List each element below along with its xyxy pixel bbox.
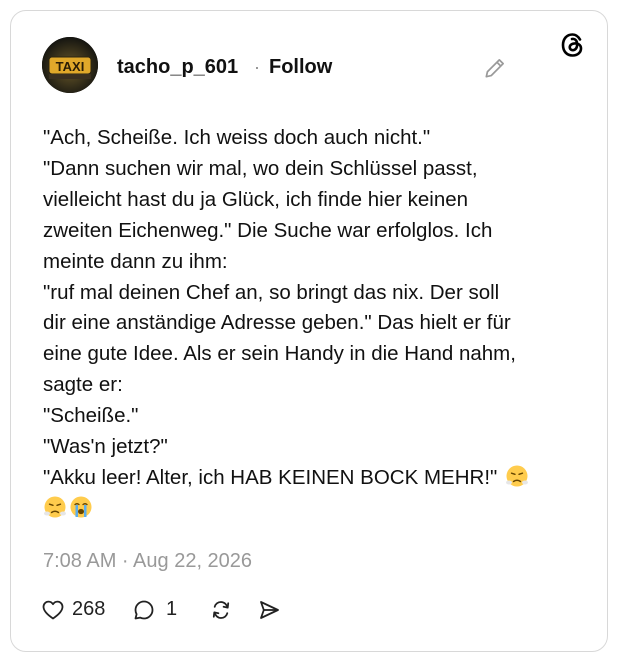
post-text-line: "Ach, Scheiße. Ich weiss doch auch nicht… (43, 126, 431, 149)
post-text-line: dir eine anständige Adresse geben." Das … (43, 311, 511, 335)
like-count: 268 (72, 598, 106, 620)
repost-button[interactable] (209, 595, 237, 625)
emoji-row (43, 494, 583, 525)
post-text-line-content: "Akku leer! Alter, ich HAB KEINEN BOCK M… (43, 465, 498, 489)
loudly-crying-emoji-icon (70, 496, 92, 518)
reply-count: 1 (166, 598, 178, 620)
post-text-line: meinte dann zu ihm: (43, 249, 228, 273)
post-text: "Ach, Scheiße. Ich weiss doch auch nicht… (43, 123, 583, 525)
share-button[interactable] (257, 595, 285, 625)
reply-button[interactable]: 1 (132, 595, 182, 625)
post-text-line: eine gute Idee. Als er sein Handy in die… (43, 342, 516, 366)
post-timestamp[interactable]: 7:08 AM · Aug 22, 2026 (43, 550, 252, 573)
post-text-line: "Scheiße." (43, 404, 139, 428)
pencil-icon[interactable] (482, 55, 508, 81)
steam-from-nose-emoji-icon (44, 496, 66, 518)
post-text-line-last: "Akku leer! Alter, ich HAB KEINEN BOCK M… (43, 463, 583, 494)
repost-icon (212, 601, 230, 619)
post-text-line: sagte er: (43, 373, 123, 397)
username-link[interactable]: tacho_p_601 (117, 56, 238, 79)
taxi-sign-text: TAXI (56, 59, 85, 74)
post-text-line: "Was'n jetzt?" (43, 435, 168, 459)
like-button[interactable]: 268 (41, 595, 113, 625)
post-card: TAXI tacho_p_601 · Follow "Ach, Scheiße.… (10, 10, 608, 652)
separator-dot: · (254, 57, 260, 77)
send-icon (260, 601, 279, 619)
post-text-line: vielleicht hast du ja Glück, ich finde h… (43, 187, 469, 211)
post-text-line: "Dann suchen wir mal, wo dein Schlüssel … (43, 156, 478, 180)
post-text-line: "ruf mal deinen Chef an, so bringt das n… (43, 280, 500, 304)
avatar[interactable]: TAXI (42, 37, 98, 93)
post-text-line: zweiten Eichenweg." Die Suche war erfolg… (43, 218, 493, 242)
heart-icon (42, 600, 64, 620)
speech-bubble-icon (134, 600, 154, 620)
follow-button[interactable]: Follow (269, 56, 332, 79)
threads-logo-icon[interactable] (559, 31, 587, 59)
steam-from-nose-emoji-icon (506, 465, 528, 487)
